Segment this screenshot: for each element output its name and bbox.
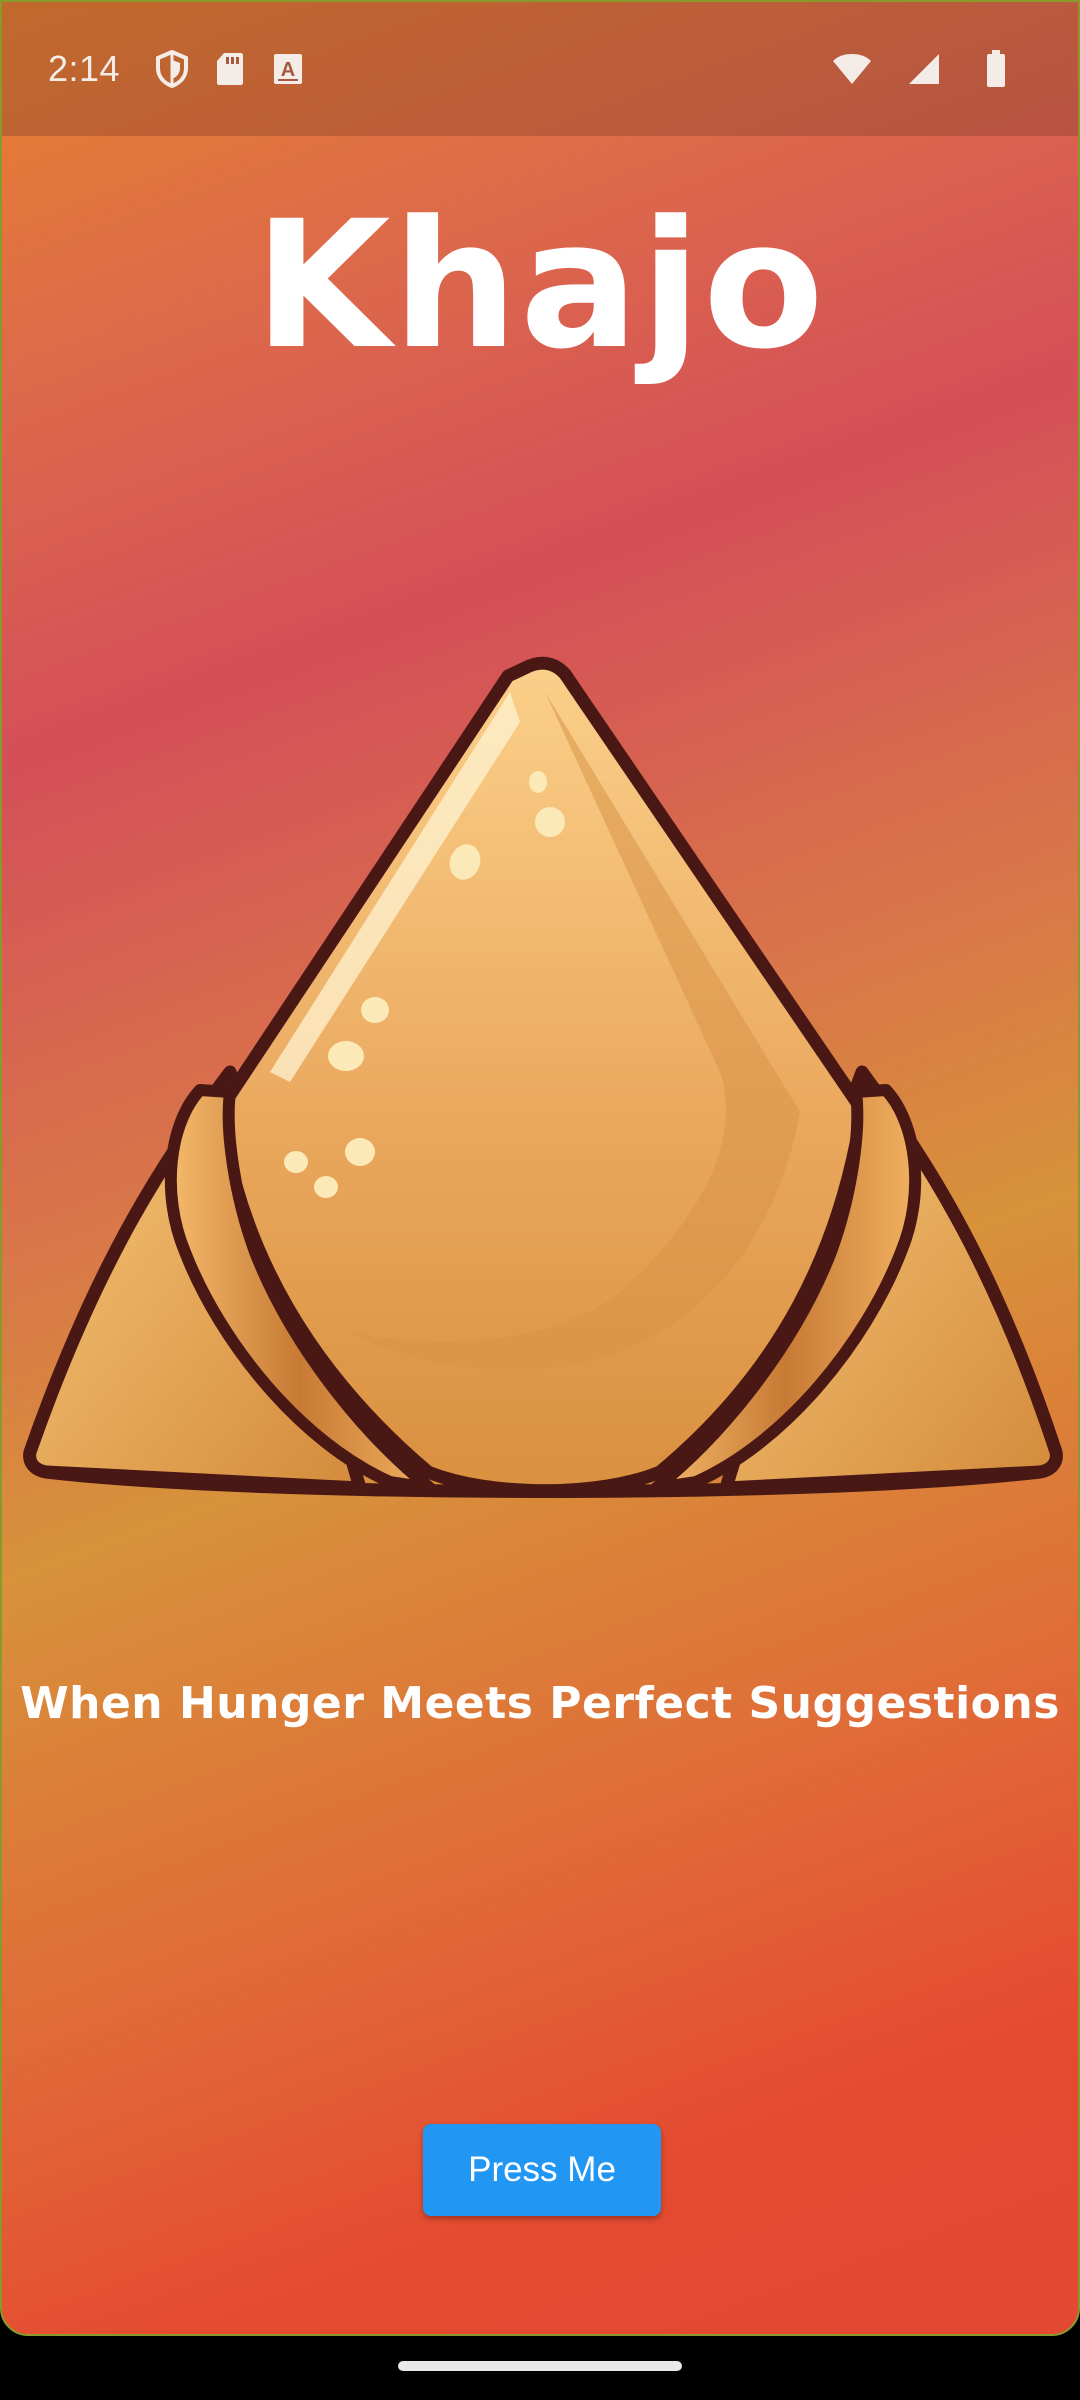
press-me-button[interactable]: Press Me <box>423 2124 661 2216</box>
app-window: 2:14 A Khajo When Hunger Meets Perfect S… <box>0 0 1080 2336</box>
battery-icon <box>974 47 1018 91</box>
app-title: Khajo <box>254 183 826 388</box>
svg-text:A: A <box>281 59 295 81</box>
status-time: 2:14 <box>48 48 121 89</box>
shield-icon <box>150 47 194 91</box>
gesture-nav-handle[interactable] <box>398 2361 682 2371</box>
samosa-illustration <box>23 656 1063 1498</box>
screen: 2:14 A Khajo When Hunger Meets Perfect S… <box>0 0 1080 2400</box>
signal-icon <box>902 47 946 91</box>
tagline: When Hunger Meets Perfect Suggestions <box>20 1678 1060 1729</box>
wifi-icon <box>830 47 874 91</box>
status-bar: 2:14 A <box>2 2 1078 136</box>
a-box-icon: A <box>266 47 310 91</box>
sd-card-icon <box>208 47 252 91</box>
status-right-group <box>830 47 1032 91</box>
